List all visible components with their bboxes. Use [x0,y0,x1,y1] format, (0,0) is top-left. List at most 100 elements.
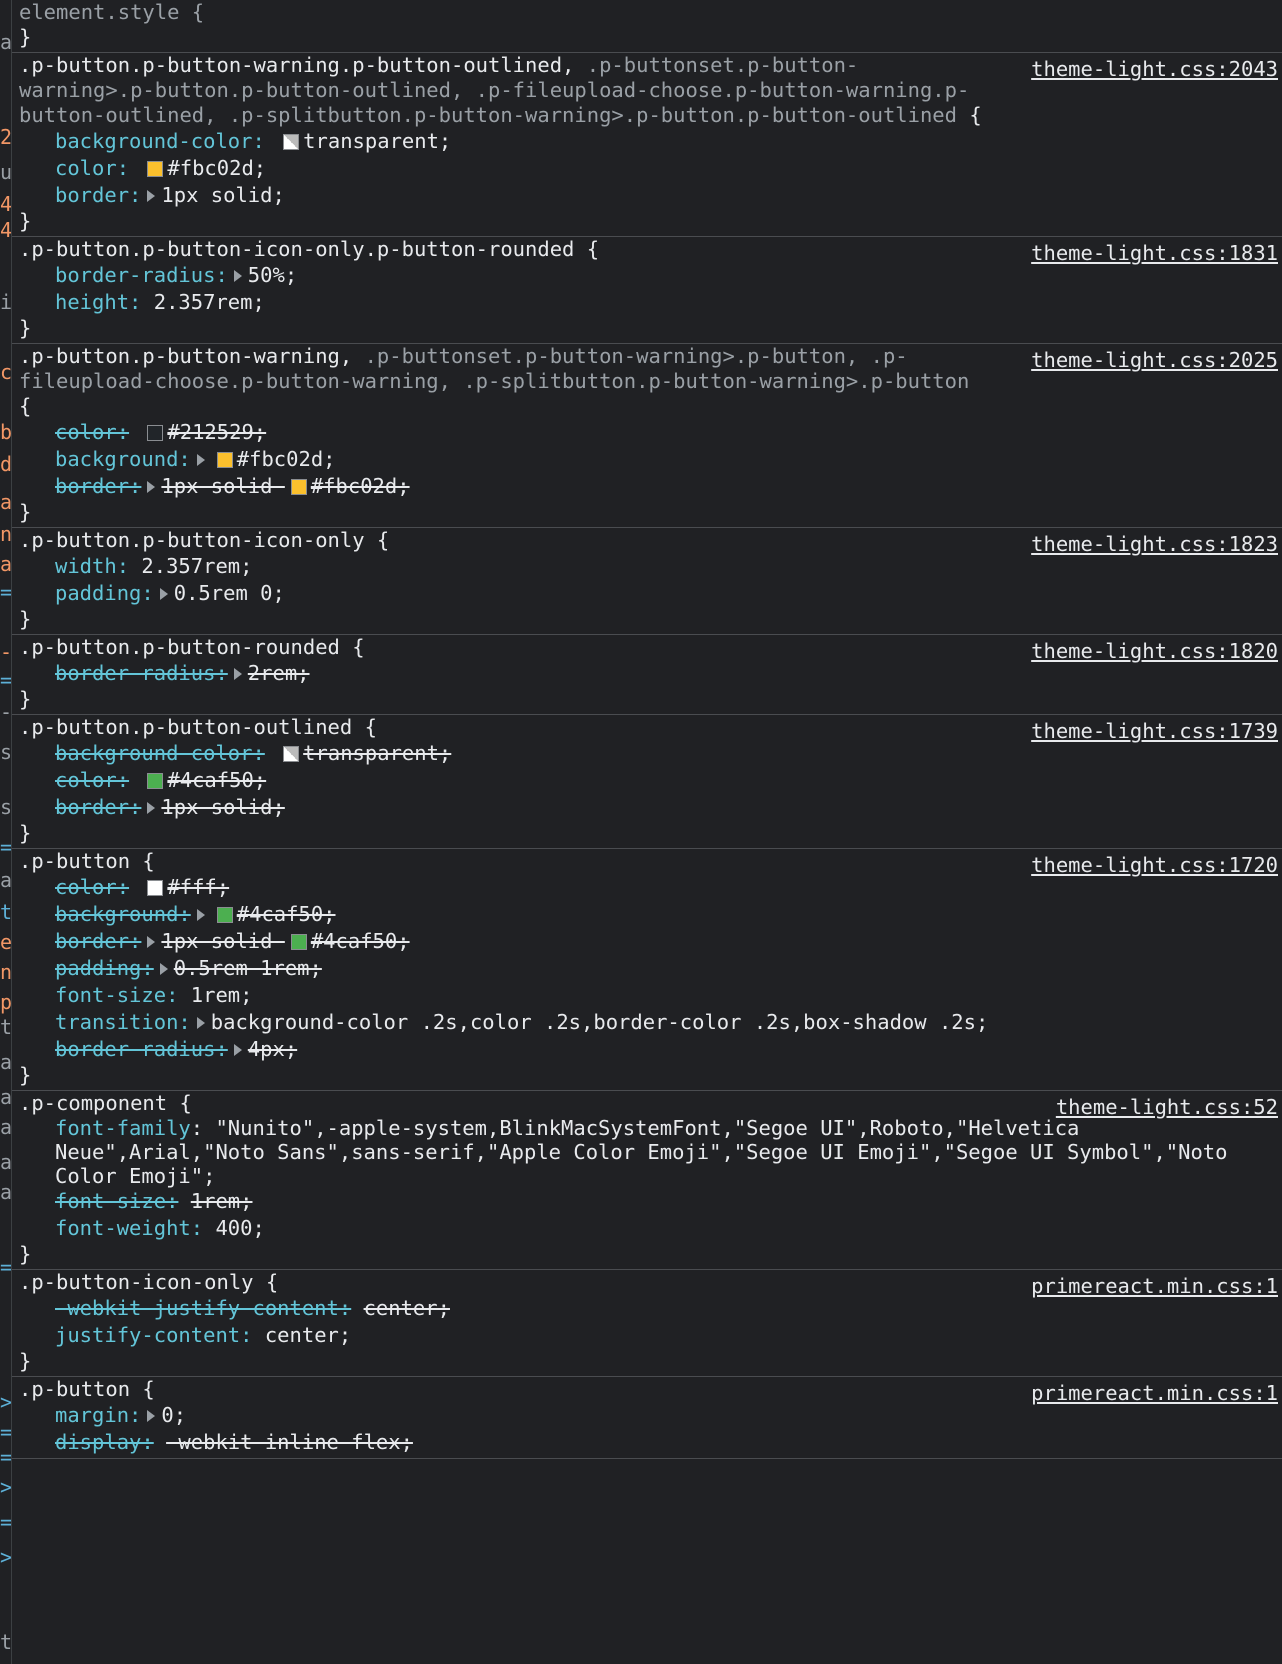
source-link[interactable]: theme-light.css:1831 [1031,241,1278,266]
element-style-rule[interactable]: element.style { } [12,0,1282,53]
expand-triangle-icon[interactable] [196,1017,205,1029]
source-link[interactable]: theme-light.css:2025 [1031,348,1278,373]
source-link[interactable]: primereact.min.css:1 [1031,1274,1278,1299]
declaration-margin[interactable]: margin: 0; [19,1402,1282,1429]
property-value[interactable]: #fbc02d; [311,474,410,498]
property-value[interactable]: -webkit-inline-flex; [166,1430,413,1454]
css-rule[interactable]: theme-light.css:1720 .p-button {color: #f… [12,849,1282,1091]
declaration-font-weight[interactable]: font-weight: 400; [19,1215,1282,1242]
declaration-font-family[interactable]: font-family: "Nunito",-apple-system,Blin… [19,1116,1282,1188]
property-name[interactable]: -webkit-justify-content: [55,1296,351,1320]
property-name[interactable]: width: [55,554,129,578]
property-name[interactable]: border-radius: [55,263,228,287]
declaration-border-radius[interactable]: border-radius: 4px; [19,1036,1282,1063]
css-rule[interactable]: theme-light.css:1823 .p-button.p-button-i… [12,528,1282,635]
property-name[interactable]: border: [55,474,141,498]
property-value[interactable]: #212529; [167,420,266,444]
color-swatch-icon[interactable] [147,773,164,789]
source-link[interactable]: theme-light.css:1720 [1031,853,1278,878]
css-rule[interactable]: theme-light.css:1739 .p-button.p-button-o… [12,715,1282,849]
property-name[interactable]: color: [55,156,129,180]
property-value[interactable]: #fbc02d; [237,447,336,471]
property-name[interactable]: font-weight: [55,1216,203,1240]
color-swatch-icon[interactable] [283,134,300,150]
property-value[interactable]: 1px solid; [161,795,284,819]
property-value[interactable]: transparent; [303,741,451,765]
property-name[interactable]: color: [55,875,129,899]
property-value[interactable]: 4px; [248,1037,297,1061]
color-swatch-icon[interactable] [283,746,300,762]
property-value[interactable]: transparent; [303,129,451,153]
declaration-background-color[interactable]: background-color: transparent; [19,128,1282,155]
expand-triangle-icon[interactable] [147,1410,156,1422]
property-name[interactable]: font-size: [55,983,178,1007]
property-value[interactable]: 1rem; [191,983,253,1007]
property-name[interactable]: background: [55,447,191,471]
declaration--webkit-justify-content[interactable]: -webkit-justify-content: center; [19,1295,1282,1322]
property-value[interactable]: "Nunito",-apple-system,BlinkMacSystemFon… [55,1116,1240,1188]
property-value[interactable]: 2.357rem; [141,554,252,578]
source-link[interactable]: theme-light.css:1820 [1031,639,1278,664]
property-name[interactable]: border: [55,795,141,819]
declaration-height[interactable]: height: 2.357rem; [19,289,1282,316]
property-value[interactable]: #4caf50; [311,929,410,953]
property-value[interactable]: 2.357rem; [154,290,265,314]
property-value[interactable]: 1rem; [191,1189,253,1213]
property-name[interactable]: border: [55,183,141,207]
expand-triangle-icon[interactable] [147,936,156,948]
declaration-color[interactable]: color: #212529; [19,419,1282,446]
css-rule[interactable]: theme-light.css:2043 .p-button.p-button-w… [12,53,1282,237]
color-swatch-icon[interactable] [147,161,164,177]
property-value[interactable]: 0; [161,1403,186,1427]
property-value[interactable]: 1px solid [161,929,284,953]
property-name[interactable]: height: [55,290,141,314]
property-name[interactable]: background-color: [55,741,265,765]
color-swatch-icon[interactable] [290,479,307,495]
css-rule[interactable]: theme-light.css:52 .p-component {font-fam… [12,1091,1282,1270]
declaration-color[interactable]: color: #fbc02d; [19,155,1282,182]
source-link[interactable]: primereact.min.css:1 [1031,1381,1278,1406]
property-name[interactable]: transition: [55,1010,191,1034]
property-name[interactable]: padding: [55,956,154,980]
declaration-justify-content[interactable]: justify-content: center; [19,1322,1282,1349]
expand-triangle-icon[interactable] [196,454,205,466]
property-name[interactable]: justify-content: [55,1323,252,1347]
declaration-transition[interactable]: transition: background-color .2s,color .2… [19,1009,1282,1036]
property-value[interactable]: 50%; [248,263,297,287]
declaration-width[interactable]: width: 2.357rem; [19,553,1282,580]
declaration-border[interactable]: border: 1px solid #fbc02d; [19,473,1282,500]
source-link[interactable]: theme-light.css:52 [1056,1095,1278,1120]
property-name[interactable]: background-color: [55,129,265,153]
property-name[interactable]: color: [55,420,129,444]
source-link[interactable]: theme-light.css:1739 [1031,719,1278,744]
property-value[interactable]: #fbc02d; [167,156,266,180]
color-swatch-icon[interactable] [290,934,307,950]
declaration-border[interactable]: border: 1px solid; [19,182,1282,209]
property-value[interactable]: center; [265,1323,351,1347]
expand-triangle-icon[interactable] [159,588,168,600]
expand-triangle-icon[interactable] [147,481,156,493]
property-value[interactable]: #4caf50; [167,768,266,792]
property-value[interactable]: 1px solid [161,474,284,498]
declaration-background-color[interactable]: background-color: transparent; [19,740,1282,767]
property-name[interactable]: padding: [55,581,154,605]
property-value[interactable]: center; [364,1296,450,1320]
color-swatch-icon[interactable] [147,880,164,896]
css-rule[interactable]: primereact.min.css:1 .p-button-icon-only … [12,1270,1282,1377]
declaration-border[interactable]: border: 1px solid; [19,794,1282,821]
declaration-border[interactable]: border: 1px solid #4caf50; [19,928,1282,955]
property-value[interactable]: 2rem; [248,661,310,685]
expand-triangle-icon[interactable] [196,909,205,921]
property-name[interactable]: border-radius: [55,661,228,685]
expand-triangle-icon[interactable] [159,963,168,975]
property-name[interactable]: color: [55,768,129,792]
color-swatch-icon[interactable] [216,452,233,468]
css-rule[interactable]: theme-light.css:1831 .p-button.p-button-i… [12,237,1282,344]
declaration-border-radius[interactable]: border-radius: 50%; [19,262,1282,289]
declaration-background[interactable]: background: #fbc02d; [19,446,1282,473]
declaration-font-size[interactable]: font-size: 1rem; [19,982,1282,1009]
property-name[interactable]: font-size: [55,1189,178,1213]
property-value[interactable]: background-color .2s,color .2s,border-co… [211,1010,989,1034]
property-value[interactable]: 0.5rem 1rem; [174,956,322,980]
property-name[interactable]: border-radius: [55,1037,228,1061]
